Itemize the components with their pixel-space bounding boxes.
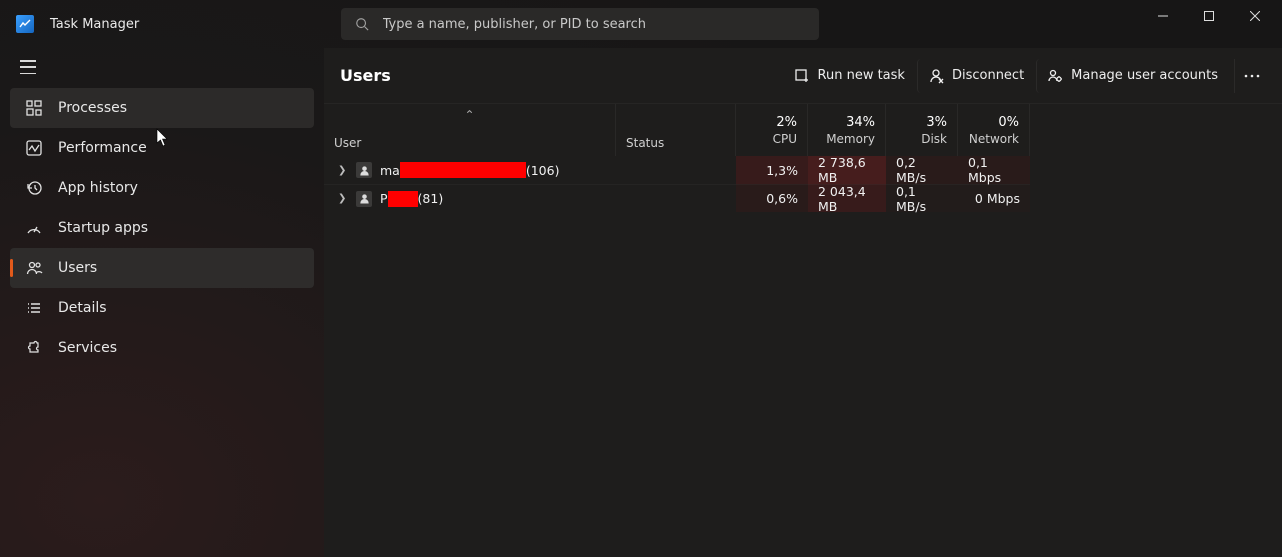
column-disk-label: Disk — [921, 132, 947, 146]
column-memory-value: 34% — [846, 115, 875, 130]
hamburger-menu-button[interactable] — [20, 60, 38, 74]
ellipsis-icon — [1244, 74, 1260, 78]
page-title: Users — [340, 66, 391, 85]
run-new-task-label: Run new task — [818, 68, 905, 83]
sidebar-item-label: Startup apps — [58, 220, 148, 236]
sidebar-item-processes[interactable]: Processes — [10, 88, 314, 128]
app-icon — [16, 15, 34, 33]
user-icon — [356, 191, 372, 207]
chevron-right-icon[interactable]: ❯ — [338, 165, 348, 176]
cell-disk: 0,1 MB/s — [886, 184, 958, 212]
sidebar-item-label: App history — [58, 180, 138, 196]
puzzle-icon — [24, 338, 44, 358]
sidebar-item-label: Processes — [58, 100, 127, 116]
manage-users-icon — [1047, 68, 1063, 84]
close-button[interactable] — [1232, 0, 1278, 32]
cell-status — [616, 184, 736, 212]
maximize-button[interactable] — [1186, 0, 1232, 32]
more-options-button[interactable] — [1234, 59, 1268, 93]
table-row[interactable]: ❯ P (81) 0,6% 2 043,4 MB 0,1 MB/s 0 Mbps — [324, 184, 1282, 212]
chevron-right-icon[interactable]: ❯ — [338, 193, 348, 204]
run-new-task-button[interactable]: Run new task — [784, 59, 915, 93]
disconnect-label: Disconnect — [952, 68, 1024, 83]
table-row[interactable]: ❯ ma (106) 1,3% 2 738,6 MB 0,2 MB/s 0,1 … — [324, 156, 1282, 184]
column-status-label: Status — [626, 136, 725, 150]
column-cpu-label: CPU — [773, 132, 797, 146]
run-task-icon — [794, 68, 810, 84]
column-disk-value: 3% — [926, 115, 947, 130]
user-name: P (81) — [380, 191, 443, 207]
titlebar: Task Manager — [0, 0, 1282, 48]
column-network-value: 0% — [998, 115, 1019, 130]
sidebar-item-startup-apps[interactable]: Startup apps — [10, 208, 314, 248]
user-name: ma (106) — [380, 162, 559, 178]
list-icon — [24, 298, 44, 318]
redacted-block — [400, 162, 526, 178]
cell-network: 0,1 Mbps — [958, 156, 1030, 184]
search-icon — [355, 17, 369, 31]
sidebar-item-services[interactable]: Services — [10, 328, 314, 368]
grid-icon — [24, 98, 44, 118]
manage-user-accounts-button[interactable]: Manage user accounts — [1036, 59, 1228, 93]
main-panel: Users Run new task Disconnect Manage use… — [324, 48, 1282, 557]
table-header: ⌃ User Status 2% CPU 34% Memory — [324, 104, 1282, 156]
column-user-label: User — [334, 136, 605, 150]
user-name-prefix: ma — [380, 163, 400, 178]
column-header-user[interactable]: ⌃ User — [324, 104, 616, 156]
cell-cpu: 0,6% — [736, 184, 808, 212]
cell-status — [616, 156, 736, 184]
sidebar-item-label: Details — [58, 300, 107, 316]
user-name-suffix: (81) — [418, 191, 444, 206]
minimize-button[interactable] — [1140, 0, 1186, 32]
app-title: Task Manager — [50, 17, 139, 32]
sidebar-item-users[interactable]: Users — [10, 248, 314, 288]
column-header-status[interactable]: Status — [616, 104, 736, 156]
cell-memory: 2 738,6 MB — [808, 156, 886, 184]
sort-indicator-icon: ⌃ — [464, 108, 474, 122]
column-cpu-value: 2% — [776, 115, 797, 130]
column-network-label: Network — [969, 132, 1019, 146]
user-name-prefix: P — [380, 191, 388, 206]
sidebar-item-label: Users — [58, 260, 97, 276]
cell-network: 0 Mbps — [958, 184, 1030, 212]
column-memory-label: Memory — [826, 132, 875, 146]
column-header-memory[interactable]: 34% Memory — [808, 104, 886, 156]
user-name-suffix: (106) — [526, 163, 560, 178]
sidebar-item-app-history[interactable]: App history — [10, 168, 314, 208]
manage-user-accounts-label: Manage user accounts — [1071, 68, 1218, 83]
cell-memory: 2 043,4 MB — [808, 184, 886, 212]
redacted-block — [388, 191, 418, 207]
sidebar-item-label: Performance — [58, 140, 147, 156]
search-box[interactable] — [341, 8, 819, 40]
cell-disk: 0,2 MB/s — [886, 156, 958, 184]
sidebar-item-label: Services — [58, 340, 117, 356]
search-input[interactable] — [383, 17, 805, 32]
activity-icon — [24, 138, 44, 158]
gauge-icon — [24, 218, 44, 238]
history-icon — [24, 178, 44, 198]
users-icon — [24, 258, 44, 278]
users-table: ⌃ User Status 2% CPU 34% Memory — [324, 104, 1282, 212]
user-icon — [356, 162, 372, 178]
window-controls — [1140, 0, 1278, 48]
sidebar-item-performance[interactable]: Performance — [10, 128, 314, 168]
column-header-network[interactable]: 0% Network — [958, 104, 1030, 156]
sidebar-item-details[interactable]: Details — [10, 288, 314, 328]
disconnect-icon — [928, 68, 944, 84]
disconnect-button[interactable]: Disconnect — [917, 59, 1034, 93]
column-header-cpu[interactable]: 2% CPU — [736, 104, 808, 156]
sidebar: Processes Performance App history Startu… — [0, 48, 324, 557]
column-header-disk[interactable]: 3% Disk — [886, 104, 958, 156]
cell-cpu: 1,3% — [736, 156, 808, 184]
